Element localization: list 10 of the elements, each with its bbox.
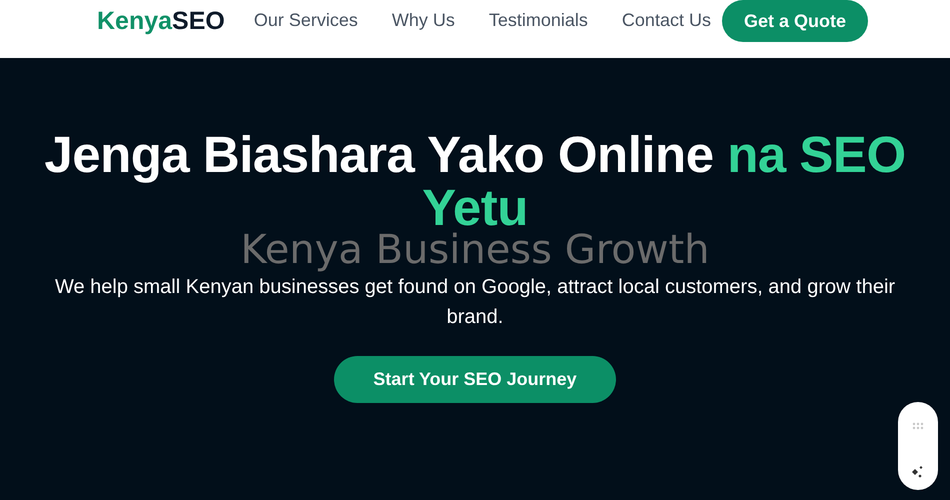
nav-link[interactable]: Testimonials bbox=[488, 10, 588, 31]
quote-button[interactable]: Get a Quote bbox=[722, 0, 868, 42]
floating-widget[interactable] bbox=[898, 402, 938, 490]
hero-description: We help small Kenyan businesses get found on Google, attract local customers, and grow their brand. bbox=[54, 275, 896, 330]
nav-link[interactable]: Our Services bbox=[254, 10, 358, 31]
grip-icon[interactable] bbox=[912, 422, 924, 430]
logo[interactable]: KenyaSEO bbox=[97, 7, 225, 36]
nav-link[interactable]: Contact Us bbox=[622, 10, 711, 31]
nav-link[interactable]: Why Us bbox=[392, 10, 455, 31]
start-button[interactable]: Start Your SEO Journey bbox=[334, 356, 616, 403]
